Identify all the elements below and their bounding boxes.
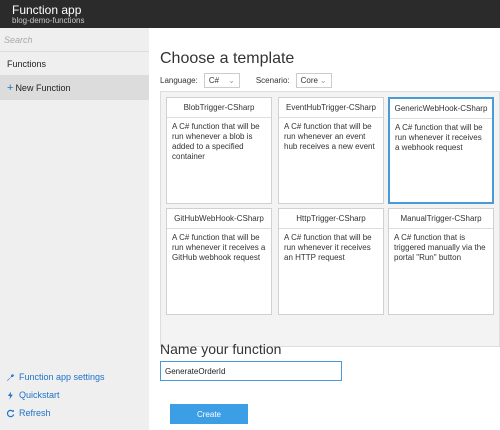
language-select[interactable]: C# ⌄ (203, 72, 240, 88)
template-description: A C# function that will be run whenever … (172, 233, 266, 262)
sidebar-link-label: Function app settings (19, 372, 105, 382)
template-description: A C# function that will be run whenever … (284, 122, 375, 151)
language-label: Language: (160, 75, 198, 85)
chevron-down-icon: ⌄ (319, 75, 327, 85)
template-title: ManualTrigger-CSharp (389, 209, 493, 229)
template-grid: BlobTrigger-CSharp A C# function that wi… (160, 91, 500, 347)
sidebar-item-label: New Function (15, 83, 71, 93)
app-header: Function app blog-demo-functions (0, 0, 500, 28)
quickstart-link[interactable]: Quickstart (6, 390, 60, 400)
app-title: Function app (12, 3, 82, 17)
template-title: GenericWebHook-CSharp (390, 99, 492, 119)
name-section-heading: Name your function (160, 341, 282, 357)
template-title: HttpTrigger-CSharp (279, 209, 383, 229)
filter-row: Language: C# ⌄ Scenario: Core ⌄ (160, 72, 332, 88)
chevron-down-icon: ⌄ (228, 75, 235, 85)
scenario-value: Core (300, 75, 318, 85)
sidebar-link-label: Refresh (19, 408, 51, 418)
refresh-link[interactable]: Refresh (6, 408, 51, 418)
search-box (0, 28, 149, 52)
language-value: C# (208, 75, 220, 85)
sidebar: Functions + New Function Function app se… (0, 28, 149, 430)
function-name-input[interactable] (160, 361, 342, 381)
sidebar-link-label: Quickstart (19, 390, 60, 400)
create-button[interactable]: Create (170, 404, 248, 424)
sidebar-item-new-function[interactable]: + New Function (0, 76, 149, 100)
main-panel: Choose a template Language: C# ⌄ Scenari… (149, 28, 500, 430)
template-card-httptrigger[interactable]: HttpTrigger-CSharp A C# function that wi… (278, 208, 384, 315)
sidebar-item-label: Functions (7, 58, 47, 69)
template-description: A C# function that will be run whenever … (172, 122, 260, 161)
sidebar-item-functions[interactable]: Functions (0, 52, 149, 76)
template-card-genericwebhook[interactable]: GenericWebHook-CSharp A C# function that… (388, 97, 494, 204)
refresh-icon (6, 409, 15, 417)
template-title: EventHubTrigger-CSharp (279, 98, 383, 118)
template-card-eventhubtrigger[interactable]: EventHubTrigger-CSharp A C# function tha… (278, 97, 384, 204)
page-title: Choose a template (160, 50, 295, 67)
scenario-label: Scenario: (255, 75, 290, 85)
scenario-select[interactable]: Core ⌄ (295, 72, 332, 88)
template-description: A C# function that will be run whenever … (395, 123, 483, 152)
plus-icon: + (7, 81, 14, 94)
app-subtitle: blog-demo-functions (12, 16, 85, 25)
lightning-icon (7, 390, 13, 400)
template-card-githubwebhook[interactable]: GitHubWebHook-CSharp A C# function that … (166, 208, 272, 315)
template-description: A C# function that will be run whenever … (284, 233, 372, 262)
template-title: GitHubWebHook-CSharp (167, 209, 271, 229)
search-input[interactable] (4, 32, 144, 48)
template-title: BlobTrigger-CSharp (167, 98, 271, 118)
wrench-icon (7, 373, 14, 381)
template-card-blobtrigger[interactable]: BlobTrigger-CSharp A C# function that wi… (166, 97, 272, 204)
template-card-manualtrigger[interactable]: ManualTrigger-CSharp A C# function that … (388, 208, 494, 315)
template-description: A C# function that is triggered manually… (394, 233, 486, 262)
function-app-settings-link[interactable]: Function app settings (6, 372, 105, 382)
